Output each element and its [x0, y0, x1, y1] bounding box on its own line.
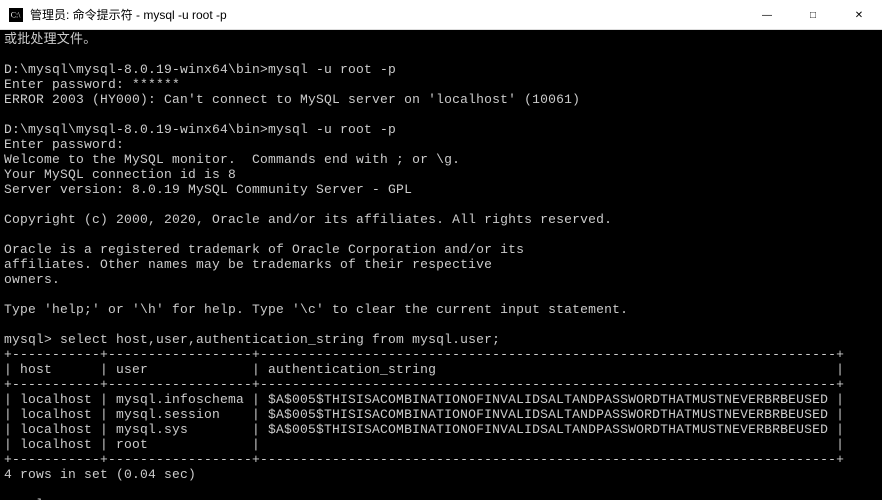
terminal-line: +-----------+------------------+--------…	[4, 377, 882, 392]
terminal-line: Welcome to the MySQL monitor. Commands e…	[4, 152, 882, 167]
terminal-line: | localhost | mysql.session | $A$005$THI…	[4, 407, 882, 422]
terminal-line: | localhost | mysql.sys | $A$005$THISISA…	[4, 422, 882, 437]
terminal-line: +-----------+------------------+--------…	[4, 347, 882, 362]
terminal-line: D:\mysql\mysql-8.0.19-winx64\bin>mysql -…	[4, 62, 882, 77]
terminal-line: | localhost | mysql.infoschema | $A$005$…	[4, 392, 882, 407]
terminal-line: 或批处理文件。	[4, 32, 882, 47]
terminal-line: ERROR 2003 (HY000): Can't connect to MyS…	[4, 92, 882, 107]
terminal-line: affiliates. Other names may be trademark…	[4, 257, 882, 272]
terminal-output[interactable]: 或批处理文件。 D:\mysql\mysql-8.0.19-winx64\bin…	[0, 30, 882, 500]
maximize-button[interactable]: □	[790, 0, 836, 30]
terminal-line: | host | user | authentication_string |	[4, 362, 882, 377]
terminal-line: mysql> select host,user,authentication_s…	[4, 332, 882, 347]
terminal-line: Oracle is a registered trademark of Orac…	[4, 242, 882, 257]
terminal-line: owners.	[4, 272, 882, 287]
terminal-line: D:\mysql\mysql-8.0.19-winx64\bin>mysql -…	[4, 122, 882, 137]
terminal-line: +-----------+------------------+--------…	[4, 452, 882, 467]
terminal-line: Type 'help;' or '\h' for help. Type '\c'…	[4, 302, 882, 317]
terminal-line	[4, 227, 882, 242]
terminal-line: Copyright (c) 2000, 2020, Oracle and/or …	[4, 212, 882, 227]
svg-text:C:\: C:\	[11, 10, 21, 19]
titlebar[interactable]: C:\ 管理员: 命令提示符 - mysql -u root -p — □ ✕	[0, 0, 882, 30]
terminal-line	[4, 47, 882, 62]
terminal-line	[4, 197, 882, 212]
terminal-line	[4, 317, 882, 332]
terminal-line: | localhost | root | |	[4, 437, 882, 452]
minimize-button[interactable]: —	[744, 0, 790, 30]
close-button[interactable]: ✕	[836, 0, 882, 30]
window-controls: — □ ✕	[744, 0, 882, 29]
terminal-line: Server version: 8.0.19 MySQL Community S…	[4, 182, 882, 197]
terminal-line	[4, 107, 882, 122]
cmd-icon: C:\	[8, 7, 24, 23]
titlebar-text: 管理员: 命令提示符 - mysql -u root -p	[30, 6, 744, 23]
terminal-line: Enter password:	[4, 137, 882, 152]
terminal-line	[4, 287, 882, 302]
terminal-line: Your MySQL connection id is 8	[4, 167, 882, 182]
terminal-line: Enter password: ******	[4, 77, 882, 92]
terminal-line: 4 rows in set (0.04 sec)	[4, 467, 882, 482]
terminal-line	[4, 482, 882, 497]
